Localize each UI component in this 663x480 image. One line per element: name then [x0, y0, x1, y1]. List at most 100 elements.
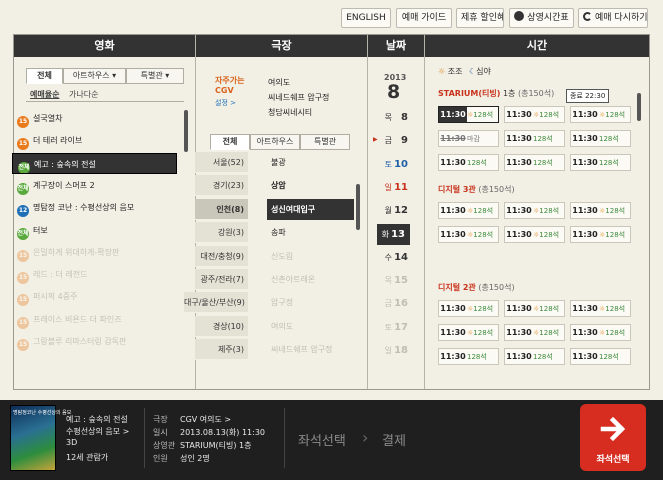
showtime-slot[interactable]: 11:30☼128석 — [504, 324, 565, 341]
morning-legend: ☼ 조조 — [438, 67, 463, 76]
showtime-slot[interactable]: 11:30☼128석 — [570, 202, 631, 219]
region-item[interactable]: 경상(10) — [195, 315, 248, 337]
movie-item[interactable]: 15 프레이스 비욘드 더 파인즈 — [12, 309, 177, 330]
showtime-slot[interactable]: 11:30128석 — [438, 348, 499, 365]
region-item[interactable]: 대구/울산/부산(9) — [184, 292, 248, 314]
date-item[interactable]: 일 11 — [380, 177, 410, 198]
favorite-theater-2[interactable]: 씨네드쉐프 압구정 — [268, 92, 329, 103]
showtime-slot[interactable]: 11:30128석 — [570, 154, 631, 171]
date-item[interactable]: 금9 — [380, 130, 410, 151]
date-item[interactable]: 수 14 — [380, 247, 410, 268]
showtime-time: 11:30 — [506, 158, 532, 167]
theater-item[interactable]: 상암 — [271, 175, 286, 196]
movie-item[interactable]: 15 더 테러 라이브 — [12, 130, 177, 151]
movie-list-scrollbar[interactable] — [184, 110, 188, 152]
showtime-slot[interactable]: 11:30☼128석 — [504, 300, 565, 317]
theater-item[interactable]: 신도림 — [271, 246, 293, 267]
region-item[interactable]: 강원(3) — [195, 222, 248, 244]
showtime-slot[interactable]: 11:30☼128석 — [570, 106, 631, 123]
theater-item[interactable]: 성신여대입구 — [267, 198, 354, 220]
summary-movie-subtitle[interactable]: 수평선상의 음모 > — [66, 426, 129, 437]
movie-item[interactable]: 15 레드 : 더 레전드 — [12, 264, 177, 285]
theater-item[interactable]: 압구정 — [271, 292, 293, 313]
movie-item[interactable]: 12 명탐정 코난 : 수평선상의 음모 — [12, 197, 177, 218]
date-item[interactable]: 목 15 — [380, 270, 410, 291]
region-item[interactable]: 광주/전라(7) — [195, 269, 248, 290]
seat-selection-button[interactable]: 좌석선택 — [580, 404, 646, 471]
tab-theater-arthouse[interactable]: 아트하우스 — [250, 134, 300, 150]
showtime-time: 11:30 — [572, 230, 598, 239]
movie-item[interactable]: 전체 터보 — [12, 220, 177, 241]
sort-by-name[interactable]: 가나다순 — [69, 89, 98, 100]
booking-guide-button[interactable]: 예매 가이드 — [396, 8, 452, 28]
age-rating-badge: 전체 — [18, 161, 30, 173]
showtime-slot[interactable]: 11:30☼128석 — [570, 324, 631, 341]
showtime-slot[interactable]: 11:30128석 — [504, 348, 565, 365]
tab-arthouse[interactable]: 아트하우스 ▾ — [63, 68, 126, 84]
showtime-scrollbar[interactable] — [637, 93, 641, 121]
showtime-slot[interactable]: 11:30128석 — [504, 130, 565, 147]
summary-screen-label: 상영관 — [153, 441, 176, 450]
showtime-slot[interactable]: 11:30☼128석 — [438, 300, 499, 317]
region-item[interactable]: 경기(23) — [195, 175, 248, 197]
date-item[interactable]: 목8 — [380, 107, 410, 128]
showtime-slot[interactable]: 11:30☼128석 — [438, 324, 499, 341]
theater-list-scrollbar[interactable] — [356, 184, 360, 230]
region-item[interactable]: 대전/충청(9) — [195, 245, 248, 267]
showtime-slot[interactable]: 11:30☼128석 — [570, 300, 631, 317]
date-item[interactable]: 토 17 — [380, 317, 410, 338]
date-item[interactable]: 금 16 — [380, 293, 410, 314]
showtime-slot[interactable]: 11:30☼128석 — [504, 202, 565, 219]
date-item[interactable]: 월 12 — [380, 200, 410, 221]
day-of-week: 목 — [384, 276, 392, 286]
favorite-theater-3[interactable]: 청담씨네시티 — [268, 107, 312, 118]
movie-item[interactable]: 15 그랑블루 리마스터링 감독판 — [12, 331, 177, 352]
tab-theater-all[interactable]: 전체 — [210, 134, 250, 150]
showtime-slot[interactable]: 11:30☼128석 — [438, 106, 499, 123]
movie-title: 터보 — [33, 225, 48, 235]
showtime-slot[interactable]: 11:30128석 — [438, 154, 499, 171]
theater-item[interactable]: 여의도 — [271, 316, 293, 337]
movie-item[interactable]: 15 퍼시픽 4중주 — [12, 286, 177, 307]
showtime-slot[interactable]: 11:30☼128석 — [438, 202, 499, 219]
discount-button[interactable]: 제휴 할인혜택 — [456, 8, 504, 28]
theater-item[interactable]: 신촌아트레온 — [271, 269, 315, 290]
movie-poster: 명탐정코난 수평선상의 음모 — [10, 405, 71, 471]
showtime-slot[interactable]: 11:30☼128석 — [504, 226, 565, 243]
showtime-slot[interactable]: 11:30☼128석 — [570, 226, 631, 243]
showtime-slot[interactable]: 11:30☼128석 — [438, 226, 499, 243]
theater-item[interactable]: 씨네드쉐프 압구정 — [271, 339, 332, 360]
favorite-theater-1[interactable]: 여의도 — [268, 77, 290, 88]
theater-item[interactable]: 송파 — [271, 222, 286, 243]
favorite-settings-link[interactable]: 설정 > — [215, 98, 236, 108]
movie-item[interactable]: 15 설국열차 — [12, 108, 177, 129]
schedule-button[interactable]: 상영시간표 — [509, 8, 574, 28]
showtime-slot[interactable]: 11:30☼128석 — [504, 106, 565, 123]
showtime-time: 11:30 — [572, 206, 598, 215]
divider — [144, 408, 145, 468]
showtime-slot[interactable]: 11:30128석 — [504, 154, 565, 171]
summary-theater[interactable]: CGV 여의도 > — [180, 414, 231, 425]
region-item[interactable]: 서울(52) — [195, 152, 248, 173]
showtime-slot[interactable]: 11:30128석 — [570, 130, 631, 147]
region-item[interactable]: 제주(3) — [195, 339, 248, 361]
region-item[interactable]: 인천(8) — [195, 198, 248, 220]
sort-by-booking-rate[interactable]: 예매율순 — [30, 89, 59, 100]
english-button[interactable]: ENGLISH — [341, 8, 391, 28]
tab-special[interactable]: 특별관 ▾ — [126, 68, 184, 84]
restart-booking-button[interactable]: 예매 다시하기 — [578, 8, 648, 28]
showtime-slot[interactable]: 11:30마감 — [438, 130, 499, 147]
date-item[interactable]: 화 13 — [377, 223, 410, 245]
date-item[interactable]: 토 10 — [380, 154, 410, 175]
divider — [26, 101, 184, 102]
tab-all-movies[interactable]: 전체 — [26, 68, 63, 84]
seats-available: 128석 — [473, 305, 494, 313]
movie-item[interactable]: 전체 계구장이 스머프 2 — [12, 175, 177, 196]
theater-item[interactable]: 불광 — [271, 152, 286, 173]
movie-item[interactable]: 15 은밀하게 위대하게-확장판 — [12, 242, 177, 263]
date-item[interactable]: 일 18 — [380, 340, 410, 361]
movie-item[interactable]: 전체 예고 : 숲속의 전설 — [12, 152, 177, 174]
tab-theater-special[interactable]: 특별관 — [300, 134, 350, 150]
seats-available: 128석 — [539, 111, 560, 119]
showtime-slot[interactable]: 11:30128석 — [570, 348, 631, 365]
